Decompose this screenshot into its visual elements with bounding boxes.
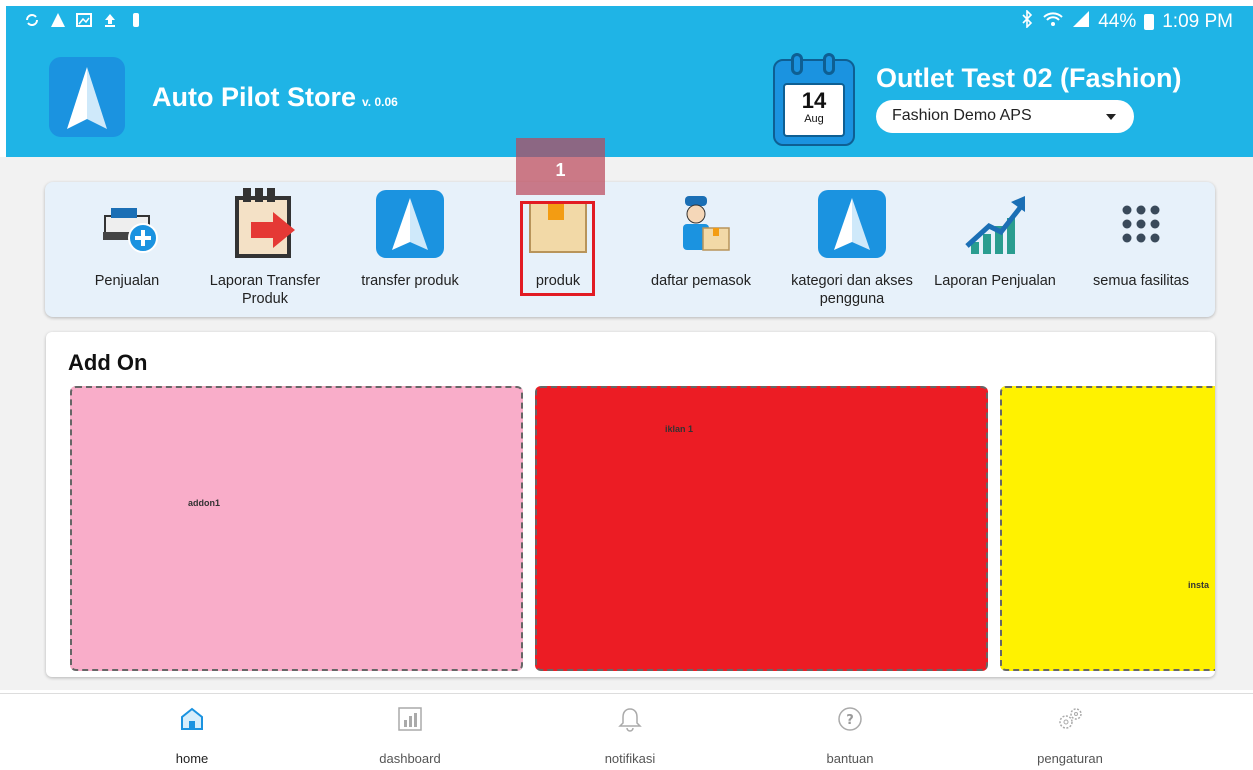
home-icon [179,706,205,732]
app-title-text: Auto Pilot Store [152,82,356,112]
calendar-ring-icon [791,53,803,75]
nav-label: pengaturan [1037,751,1103,766]
cash-register-icon [91,188,163,260]
help-icon: ? [837,706,863,732]
nav-label: home [175,751,209,766]
signal-icon [1072,10,1090,34]
warning-icon [50,12,66,28]
nav-label: notifikasi [604,751,656,766]
nav-item-notifikasi[interactable]: notifikasi [550,694,710,770]
app-screen: 44% 1:09 PM Auto Pilot Store v. 0.06 14 A… [0,0,1253,770]
transfer-report-icon [229,188,301,260]
nav-label: dashboard [379,751,441,766]
status-right: 44% 1:09 PM [1020,9,1233,34]
bottom-nav: home dashboard notifikasi ? bantuan peng… [0,693,1253,770]
outlet-dropdown[interactable]: Fashion Demo APS [876,100,1134,133]
nav-item-bantuan[interactable]: ? bantuan [770,694,930,770]
addon-card: Add On addon1 iklan 1 insta [46,332,1215,677]
battery-icon [1144,14,1155,30]
calendar-widget[interactable]: 14 Aug [773,53,855,146]
app-logo [49,57,125,137]
bar-chart-icon [397,706,423,732]
upload-icon [102,12,118,28]
calendar-face: 14 Aug [783,83,845,137]
menu-item-semua-fasilitas[interactable]: semua fasilitas [1081,182,1201,317]
calendar-ring-icon [823,53,835,75]
menu-item-transfer-produk[interactable]: transfer produk [345,182,475,317]
paper-plane-icon [816,188,888,260]
nav-label: bantuan [826,751,874,766]
menu-item-label: kategori dan akses pengguna [791,273,913,307]
paper-plane-icon [67,67,107,129]
bluetooth-icon [1020,9,1034,34]
gears-icon [1057,706,1083,732]
nav-item-pengaturan[interactable]: pengaturan [990,694,1150,770]
annotation-badge: 1 [516,138,605,195]
addon-tile[interactable]: addon1 [70,386,523,671]
menu-item-laporan-transfer-produk[interactable]: Laporan Transfer Produk [195,182,335,317]
menu-item-kategori-akses-pengguna[interactable]: kategori dan akses pengguna [777,182,927,317]
nav-item-home[interactable]: home [112,694,272,770]
menu-card: Penjualan Laporan Transfer Produk transf… [45,182,1215,317]
grid-dots-icon [1105,188,1177,260]
battery-text: 44% [1098,11,1137,32]
sync-icon [24,12,40,28]
sales-chart-icon [959,188,1031,260]
addon-tile-text: iklan 1 [665,424,694,434]
menu-item-label: Laporan Transfer Produk [209,273,321,307]
outlet-dropdown-value: Fashion Demo APS [892,107,1032,124]
supplier-icon [665,188,737,260]
addon-tile[interactable]: insta [1000,386,1215,671]
gallery-icon [76,12,92,28]
paper-plane-icon [374,188,446,260]
menu-item-label: semua fasilitas [1093,273,1189,289]
menu-item-daftar-pemasok[interactable]: daftar pemasok [641,182,761,317]
bell-icon [617,706,643,732]
app-version: v. 0.06 [362,95,398,109]
menu-item-laporan-penjualan[interactable]: Laporan Penjualan [925,182,1065,317]
status-icons [24,12,144,28]
nav-item-dashboard[interactable]: dashboard [330,694,490,770]
status-bar: 44% 1:09 PM [6,6,1253,38]
wifi-icon [1042,10,1064,34]
svg-text:?: ? [846,713,854,728]
dropdown-caret-icon [1106,114,1116,120]
addon-tile[interactable]: iklan 1 [535,386,988,671]
menu-item-label: Penjualan [94,273,160,289]
clock-text: 1:09 PM [1162,11,1233,32]
app-header: 44% 1:09 PM Auto Pilot Store v. 0.06 14 A… [6,6,1253,157]
calendar-month: Aug [804,113,824,125]
addon-tile-text: addon1 [188,498,221,508]
device-icon [128,12,144,28]
menu-item-label: transfer produk [361,273,459,289]
outlet-title: Outlet Test 02 (Fashion) [876,63,1182,93]
menu-item-penjualan[interactable]: Penjualan [67,182,187,317]
menu-item-label: daftar pemasok [651,273,751,289]
app-title: Auto Pilot Store v. 0.06 [152,82,398,113]
calendar-day: 14 [801,88,827,113]
addon-tile-text: insta [1188,580,1210,590]
highlight-box [520,201,595,296]
addon-title: Add On [68,350,148,375]
menu-item-label: Laporan Penjualan [934,273,1056,289]
